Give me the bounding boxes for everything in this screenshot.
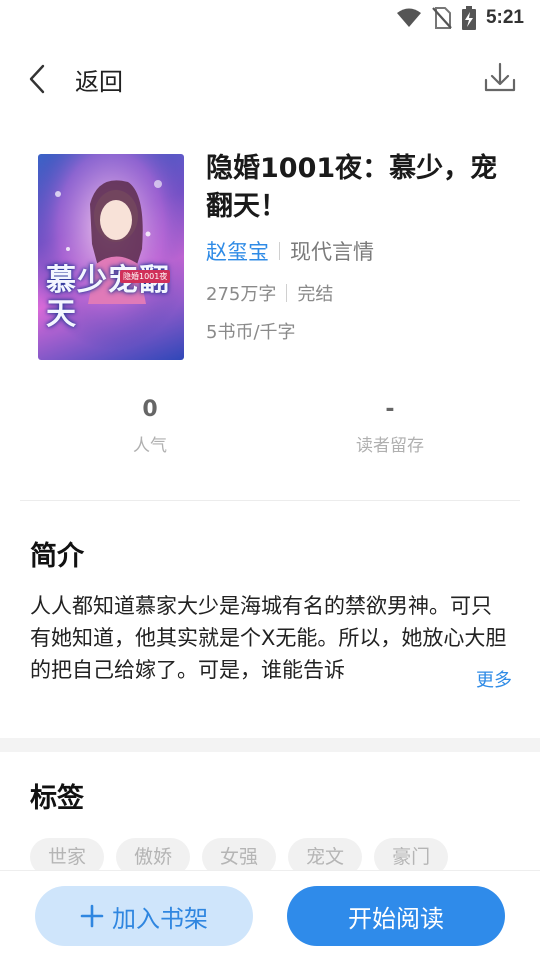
back-label[interactable]: 返回 <box>75 62 123 97</box>
bottom-action-bar: 加入书架 开始阅读 <box>0 870 540 960</box>
wifi-icon <box>396 8 421 27</box>
separator <box>279 242 280 260</box>
start-reading-label: 开始阅读 <box>348 904 444 933</box>
stat-value: 0 <box>142 397 158 422</box>
author-link[interactable]: 赵玺宝 <box>206 236 269 266</box>
stat-popularity: 0 人气 <box>50 395 250 456</box>
price-row: 5书币/千字 <box>206 318 296 344</box>
add-to-shelf-button[interactable]: 加入书架 <box>35 886 253 946</box>
header: 返回 <box>0 50 540 108</box>
price-label: 5书币/千字 <box>206 322 296 343</box>
intro-text: 人人都知道慕家大少是海城有名的禁欲男神。可只有她知道，他其实就是个X无能。所以，… <box>30 594 507 682</box>
stat-label: 人气 <box>133 436 167 456</box>
separator <box>286 284 288 302</box>
stat-label: 读者留存 <box>356 436 424 456</box>
tags-title: 标签 <box>30 783 84 814</box>
more-link[interactable]: 更多 <box>446 666 512 692</box>
stat-retention: - 读者留存 <box>290 395 490 456</box>
book-title: 隐婚1001夜：慕少，宠翻天！ <box>206 153 498 222</box>
stats-row: 0 人气 - 读者留存 <box>0 395 540 465</box>
stat-value: - <box>385 397 395 422</box>
download-icon <box>484 62 516 92</box>
cover-badge: 隐婚1001夜 <box>120 270 171 283</box>
author-genre-row: 赵玺宝 现代言情 <box>206 236 374 266</box>
word-count: 275万字 <box>206 284 277 305</box>
section-divider <box>0 738 540 752</box>
chevron-left-icon <box>29 64 45 94</box>
battery-charging-icon <box>461 6 476 30</box>
back-button[interactable] <box>20 60 54 98</box>
divider <box>20 500 520 501</box>
plus-icon <box>80 904 104 928</box>
genre-label: 现代言情 <box>290 240 374 264</box>
download-button[interactable] <box>482 60 518 96</box>
book-info: 慕少宠翻天 隐婚1001夜 隐婚1001夜：慕少，宠翻天！ 赵玺宝 现代言情 2… <box>0 150 540 370</box>
book-cover[interactable]: 慕少宠翻天 隐婚1001夜 <box>38 154 184 360</box>
no-sim-icon <box>432 7 452 29</box>
intro-title: 简介 <box>30 541 84 572</box>
add-to-shelf-label: 加入书架 <box>112 904 208 933</box>
status-bar: 5:21 <box>0 0 540 36</box>
completion-status: 完结 <box>297 284 334 305</box>
count-status-row: 275万字 完结 <box>206 280 333 306</box>
status-time: 5:21 <box>485 7 524 28</box>
start-reading-button[interactable]: 开始阅读 <box>287 886 505 946</box>
